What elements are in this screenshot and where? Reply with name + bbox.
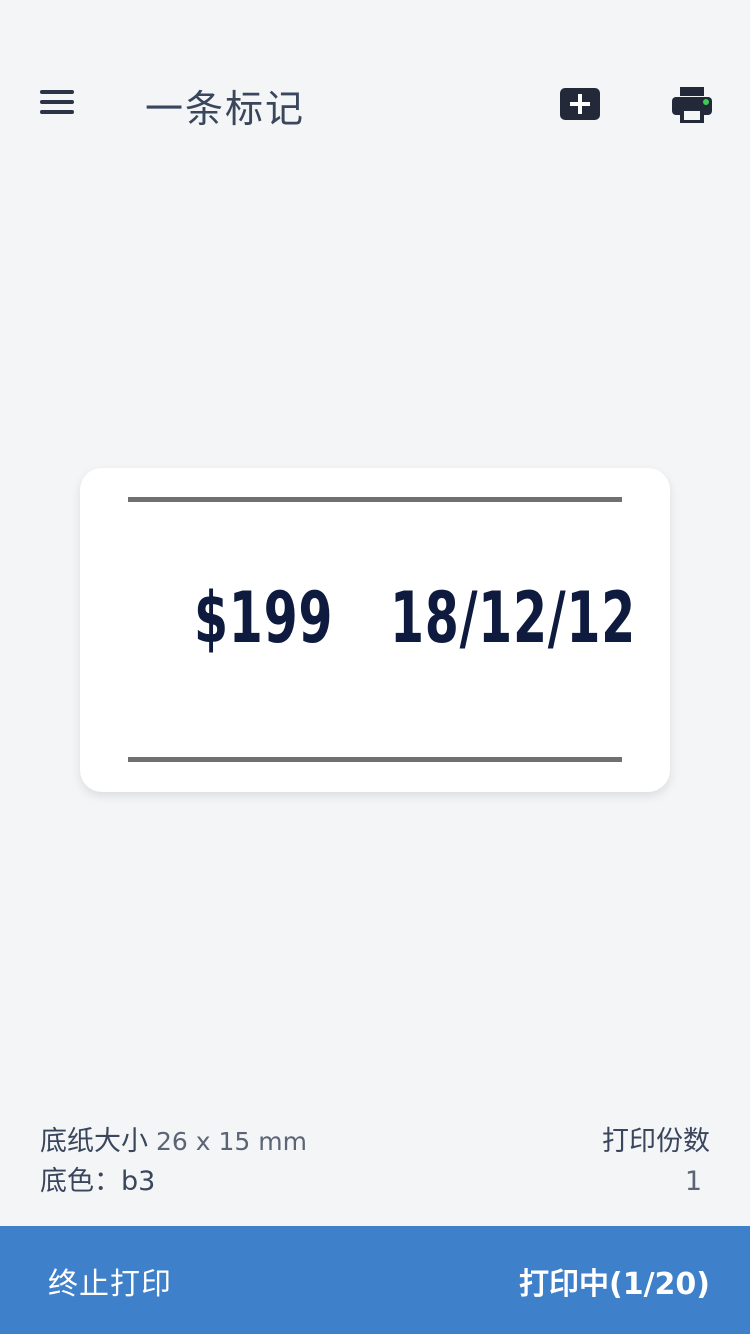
paper-size-row: 底纸大小 26 x 15 mm [40, 1122, 307, 1162]
color-label: 底色： [40, 1166, 121, 1197]
stop-print-button[interactable]: 终止打印 [48, 1259, 172, 1303]
printer-icon[interactable] [670, 86, 714, 124]
paper-info: 底纸大小 26 x 15 mm 底色：b3 [40, 1122, 307, 1202]
app-header: 一条标记 [0, 60, 750, 150]
printer-icon-graphic [672, 87, 712, 123]
menu-line [40, 90, 74, 94]
label-price: $199 [194, 577, 334, 659]
menu-line [40, 110, 74, 114]
label-preview: $199 18/12/12 [80, 468, 670, 792]
page-title: 一条标记 [145, 87, 306, 131]
print-progress-status: 打印中(1/20) [518, 1267, 710, 1302]
paper-size-value: 26 x 15 mm [156, 1127, 307, 1156]
label-top-rule [128, 497, 622, 502]
copies-label: 打印份数 [602, 1126, 710, 1157]
copies-info: 打印份数 1 [602, 1122, 710, 1202]
label-bottom-rule [128, 757, 622, 762]
print-screen: 一条标记 $199 18/12/12 底纸大小 26 x 15 mm 底色：b3 … [0, 0, 750, 1334]
add-box-icon[interactable] [560, 88, 600, 120]
menu-icon[interactable] [40, 88, 76, 118]
label-date: 18/12/12 [390, 577, 636, 659]
paper-size-label: 底纸大小 [40, 1126, 148, 1157]
copies-value[interactable]: 1 [602, 1162, 710, 1202]
color-row: 底色：b3 [40, 1162, 307, 1202]
color-value: b3 [121, 1166, 156, 1197]
print-action-bar: 终止打印 打印中(1/20) [0, 1226, 750, 1334]
menu-line [40, 100, 74, 104]
printer-status-dot [703, 99, 709, 105]
